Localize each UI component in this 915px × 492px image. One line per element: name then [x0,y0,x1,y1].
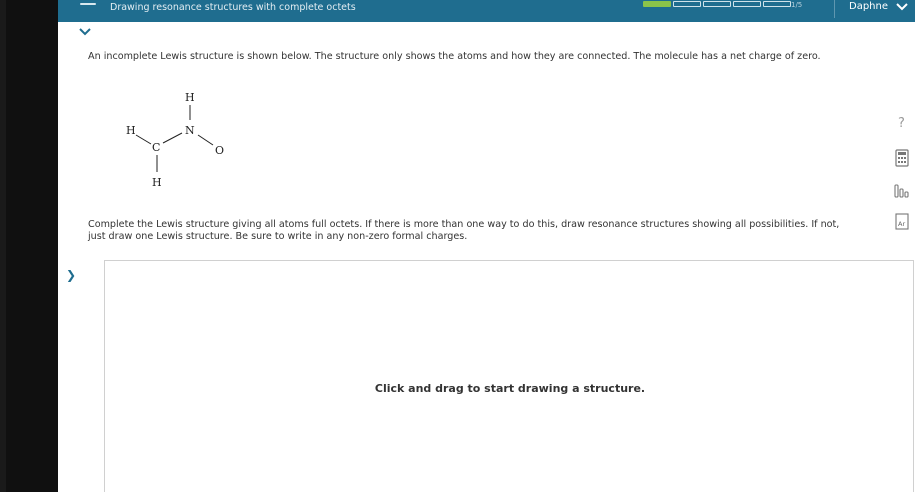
drawing-canvas[interactable]: Click and drag to start drawing a struct… [104,260,914,492]
atom-o: O [215,144,224,157]
atom-h-left: H [126,124,136,137]
progress-segment [763,1,791,7]
progress-segment [643,1,671,7]
question-instructions: Complete the Lewis structure giving all … [88,219,840,242]
chevron-down-icon [896,3,908,11]
atom-n: N [185,124,195,137]
calculator-icon [895,149,909,167]
bond-n-o [197,134,214,146]
atom-h-top: H [185,91,195,104]
help-button[interactable]: ? [890,114,914,134]
question-intro: An incomplete Lewis structure is shown b… [88,51,821,62]
user-name: Daphne [849,1,889,12]
atom-c: C [152,141,160,154]
progress-segment [733,1,761,7]
menu-icon[interactable] [80,3,96,5]
atom-h-bottom: H [152,176,162,189]
calculator-button[interactable] [890,148,914,168]
canvas-prompt: Click and drag to start drawing a struct… [374,382,646,395]
user-menu[interactable]: Daphne [834,0,915,18]
screen-bezel [0,0,58,492]
question-icon: ? [898,116,905,131]
bond-c-n [162,132,183,144]
progress-count: 1/5 [791,1,803,9]
chart-button[interactable] [890,180,914,200]
periodic-table-icon: Ar [895,213,909,230]
lewis-structure: H N H C O H [126,91,224,189]
progress-segment [703,1,731,7]
progress-bar [643,1,791,7]
main-content: ❯ An incomplete Lewis structure is shown… [58,22,915,492]
periodic-table-button[interactable]: Ar [890,212,914,232]
chevron-right-icon[interactable]: ❯ [66,268,76,282]
chevron-down-icon[interactable] [72,24,98,40]
progress-segment [673,1,701,7]
bond-h-c [135,134,152,145]
bar-chart-icon [894,184,909,198]
svg-text:Ar: Ar [898,220,905,228]
topic-title: Drawing resonance structures with comple… [110,2,356,13]
top-bar: Drawing resonance structures with comple… [58,0,915,22]
